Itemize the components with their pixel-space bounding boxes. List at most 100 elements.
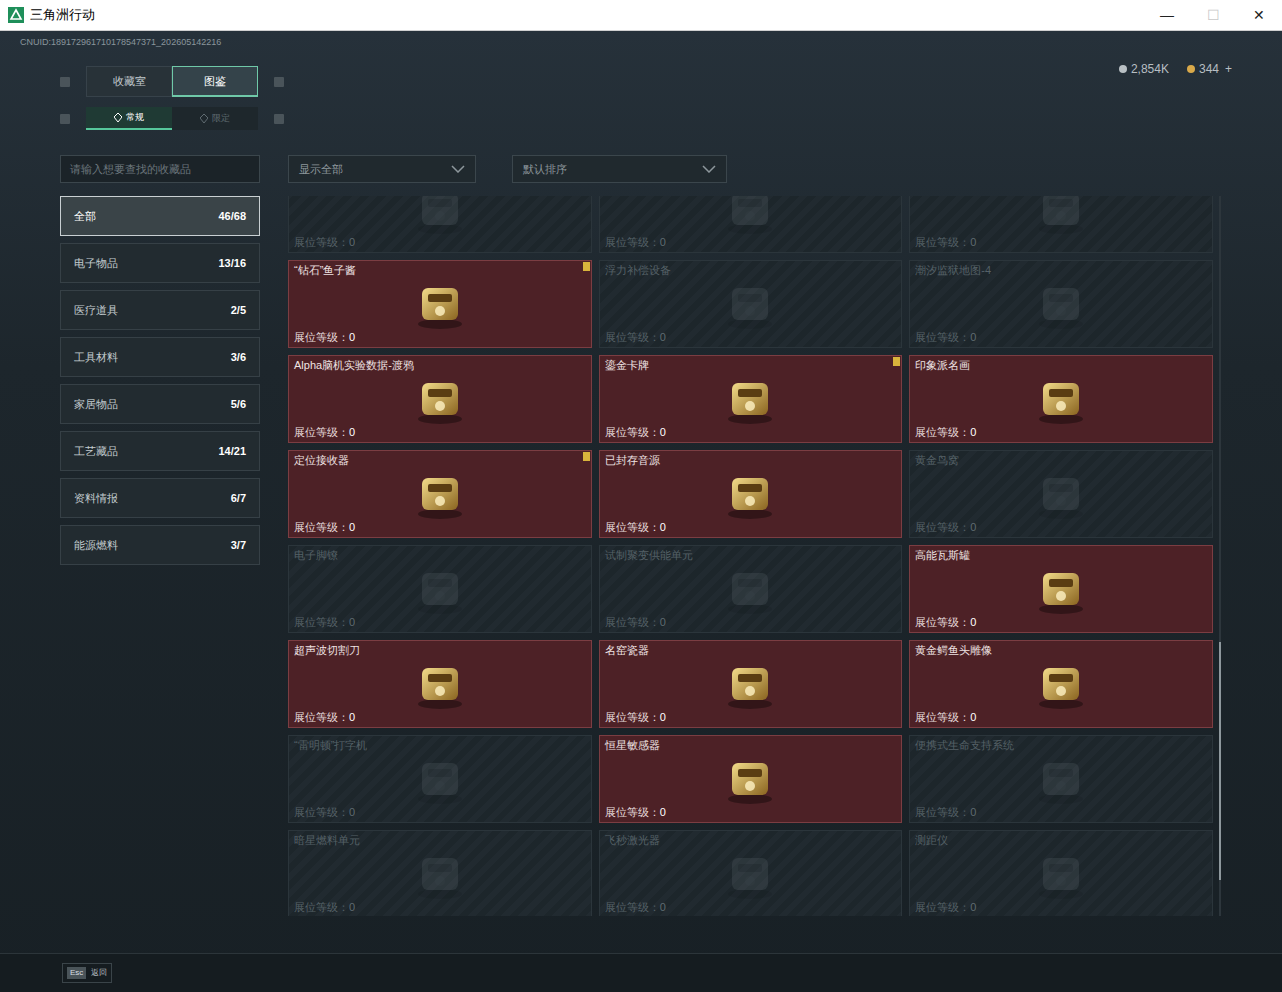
item-icon <box>408 196 472 239</box>
item-icon <box>1029 654 1093 714</box>
sidebar-item[interactable]: 工艺藏品14/21 <box>60 431 260 471</box>
sidebar-item[interactable]: 工具材料3/6 <box>60 337 260 377</box>
game-screen: CNUID:189172961710178547371_202605142216… <box>0 31 1282 992</box>
scrollbar-thumb[interactable] <box>1219 642 1221 880</box>
collection-card[interactable]: 展位等级：0 <box>288 196 592 253</box>
display-level: 展位等级：0 <box>605 235 897 249</box>
app-window: 三角洲行动 —☐✕CNUID:189172961710178547371_2026… <box>0 0 1282 992</box>
item-name: 浮力补偿设备 <box>605 263 897 277</box>
collection-card[interactable]: 超声波切割刀展位等级：0 <box>288 640 592 728</box>
item-name: 已封存音源 <box>605 453 897 467</box>
category-count: 5/6 <box>231 396 246 413</box>
main-tab[interactable]: 收藏室 <box>86 66 172 97</box>
collection-card[interactable]: 黄金鳄鱼头雕像展位等级：0 <box>909 640 1213 728</box>
collection-card[interactable]: 飞秒激光器展位等级：0 <box>599 830 903 916</box>
item-icon <box>408 844 472 904</box>
item-name: 暗星燃料单元 <box>294 833 586 847</box>
collection-card[interactable]: 展位等级：0 <box>909 196 1213 253</box>
item-name: 电子脚镣 <box>294 548 586 562</box>
window-control-button[interactable]: ✕ <box>1236 0 1282 31</box>
category-count: 13/16 <box>218 255 246 272</box>
collection-card[interactable]: 已封存音源展位等级：0 <box>599 450 903 538</box>
back-button[interactable]: Esc返回 <box>62 963 112 983</box>
sidebar-item[interactable]: 电子物品13/16 <box>60 243 260 283</box>
search-field[interactable]: 请输入想要查找的收藏品 <box>60 155 260 183</box>
sub-tab[interactable]: 常规 <box>86 107 172 130</box>
window-control-button[interactable]: ☐ <box>1190 0 1236 31</box>
chevron-down-icon <box>451 165 465 173</box>
sidebar: 请输入想要查找的收藏品全部46/68 电子物品13/16 医疗道具2/5 工具材料3/… <box>60 155 260 953</box>
collection-card[interactable]: 便携式生命支持系统展位等级：0 <box>909 735 1213 823</box>
item-icon <box>718 274 782 334</box>
display-level: 展位等级：0 <box>294 330 586 344</box>
item-icon <box>408 464 472 524</box>
collection-card[interactable]: “钻石”鱼子酱展位等级：0 <box>288 260 592 348</box>
footer-bar: Esc返回 <box>0 953 1282 992</box>
category-label: 能源燃料 <box>74 537 118 554</box>
currency: 344+ <box>1187 60 1232 78</box>
collection-card[interactable]: 潮汐监狱地图-4展位等级：0 <box>909 260 1213 348</box>
display-level: 展位等级：0 <box>294 615 586 629</box>
display-level: 展位等级：0 <box>605 330 897 344</box>
display-level: 展位等级：0 <box>294 425 586 439</box>
collection-card[interactable]: 定位接收器展位等级：0 <box>288 450 592 538</box>
sidebar-item[interactable]: 医疗道具2/5 <box>60 290 260 330</box>
sidebar-item[interactable]: 全部46/68 <box>60 196 260 236</box>
category-count: 3/6 <box>231 349 246 366</box>
display-level: 展位等级：0 <box>915 520 1207 534</box>
display-level: 展位等级：0 <box>294 900 586 914</box>
collection-card[interactable]: 名窑瓷器展位等级：0 <box>599 640 903 728</box>
item-name: 便携式生命支持系统 <box>915 738 1207 752</box>
sidebar-item[interactable]: 家居物品 5/6 <box>60 384 260 424</box>
title-bar: 三角洲行动 —☐✕ <box>0 0 1282 31</box>
main-tab[interactable]: 图鉴 <box>172 66 258 97</box>
item-name: 黄金鸟窝 <box>915 453 1207 467</box>
collection-card[interactable]: 展位等级：0 <box>599 196 903 253</box>
key-hint <box>274 77 284 87</box>
collection-card[interactable]: 高能瓦斯罐展位等级：0 <box>909 545 1213 633</box>
item-icon <box>408 274 472 334</box>
collection-card[interactable]: 鎏金卡牌展位等级：0 <box>599 355 903 443</box>
item-icon <box>718 464 782 524</box>
display-level: 展位等级：0 <box>915 425 1207 439</box>
window-title: 三角洲行动 <box>30 5 95 25</box>
coin-icon <box>1119 65 1127 73</box>
sidebar-item[interactable]: 能源燃料 3/7 <box>60 525 260 565</box>
display-level: 展位等级：0 <box>605 805 897 819</box>
add-currency-button[interactable]: + <box>1225 60 1232 78</box>
filter-dropdown[interactable]: 默认排序 <box>512 155 727 183</box>
display-level: 展位等级：0 <box>294 805 586 819</box>
item-icon <box>1029 196 1093 239</box>
collection-card[interactable]: 电子脚镣展位等级：0 <box>288 545 592 633</box>
display-level: 展位等级：0 <box>915 615 1207 629</box>
collection-card[interactable]: Alpha脑机实验数据-渡鸦展位等级：0 <box>288 355 592 443</box>
display-level: 展位等级：0 <box>605 615 897 629</box>
collection-card[interactable]: 测距仪展位等级：0 <box>909 830 1213 916</box>
scrollbar[interactable] <box>1219 196 1221 916</box>
item-icon <box>408 559 472 619</box>
main-tabs: 收藏室图鉴 <box>86 66 258 97</box>
category-label: 资料情报 <box>74 490 118 507</box>
collection-card[interactable]: “雷明顿”打字机展位等级：0 <box>288 735 592 823</box>
currency: 2,854K <box>1119 60 1169 78</box>
window-control-button[interactable]: — <box>1144 0 1190 31</box>
esc-key: Esc <box>67 967 86 979</box>
collection-card[interactable]: 浮力补偿设备展位等级：0 <box>599 260 903 348</box>
display-level: 展位等级：0 <box>294 520 586 534</box>
coin-icon <box>1187 65 1195 73</box>
sub-tab[interactable]: 限定 <box>172 107 258 130</box>
item-icon <box>718 196 782 239</box>
item-name: 定位接收器 <box>294 453 586 467</box>
category-count: 3/7 <box>231 537 246 554</box>
collection-card[interactable]: 印象派名画展位等级：0 <box>909 355 1213 443</box>
collection-card[interactable]: 试制聚变供能单元展位等级：0 <box>599 545 903 633</box>
sidebar-item[interactable]: 资料情报6/7 <box>60 478 260 518</box>
filter-dropdown[interactable]: 显示全部 <box>288 155 476 183</box>
collection-card[interactable]: 恒星敏感器展位等级：0 <box>599 735 903 823</box>
category-label: 家居物品 <box>74 396 118 413</box>
collection-card[interactable]: 黄金鸟窝展位等级：0 <box>909 450 1213 538</box>
collection-card[interactable]: 暗星燃料单元展位等级：0 <box>288 830 592 916</box>
chevron-down-icon <box>702 165 716 173</box>
key-hint <box>60 77 70 87</box>
tab-icon <box>200 114 208 123</box>
